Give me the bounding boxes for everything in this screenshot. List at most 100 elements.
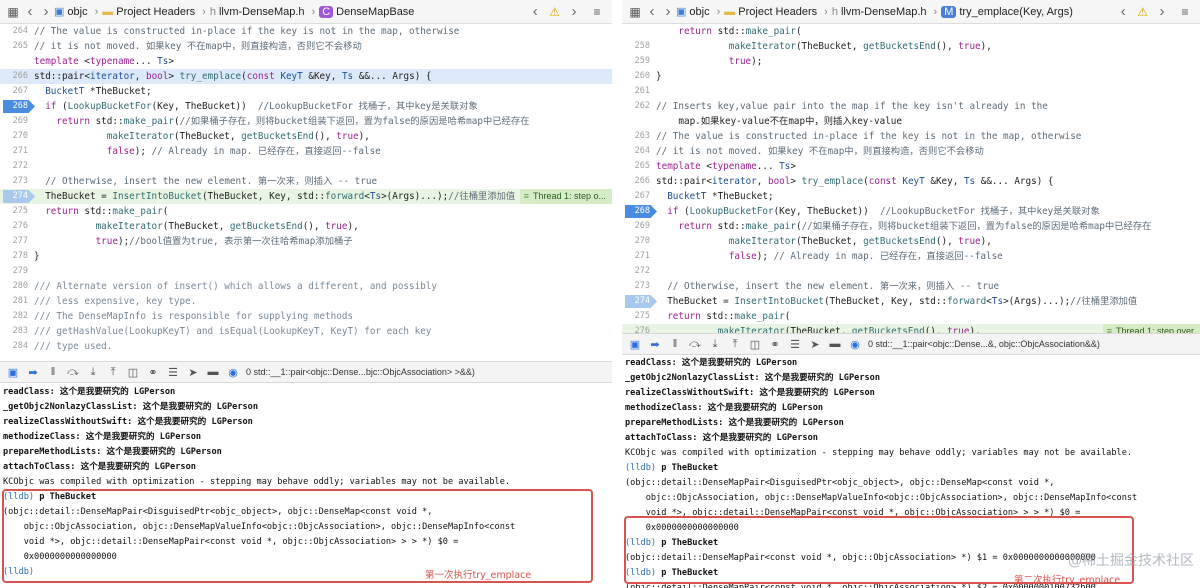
line-number[interactable]: 281	[0, 294, 34, 309]
line-number[interactable]: 265	[0, 39, 34, 54]
code-line[interactable]: 258 makeIterator(TheBucket, getBucketsEn…	[622, 39, 1200, 54]
code-line[interactable]: 267 BucketT *TheBucket;	[0, 84, 612, 99]
code-line[interactable]: 266 std::pair<iterator, bool> try_emplace…	[0, 69, 612, 84]
breadcrumb-symbol[interactable]: C DenseMapBase	[319, 5, 414, 18]
code-line[interactable]: 269 return std::make_pair(//如果桶子存在，则将buc…	[622, 219, 1200, 234]
line-number[interactable]: 279	[0, 264, 34, 279]
view-hierarchy-icon[interactable]: ◫	[126, 366, 140, 379]
line-number[interactable]: 275	[622, 309, 656, 324]
code-line[interactable]: 274 TheBucket = InsertIntoBucket(TheBuck…	[622, 294, 1200, 309]
line-number[interactable]: 269	[0, 114, 34, 129]
back-chevron-icon[interactable]: ‹	[644, 3, 660, 20]
step-over-icon[interactable]: ⤼	[66, 366, 80, 379]
code-line[interactable]: template <typename... Ts>	[0, 54, 612, 69]
breadcrumb-folder[interactable]: ▬ Project Headers	[724, 6, 817, 18]
code-line[interactable]: 277 true);//bool值置为true, 表示第一次往哈希map添加桶子	[0, 234, 612, 249]
code-line[interactable]: 276 makeIterator(TheBucket, getBucketsEn…	[622, 324, 1200, 333]
step-into-icon[interactable]: ⤓	[86, 366, 100, 379]
line-number[interactable]: 272	[622, 264, 656, 279]
line-number[interactable]: 283	[0, 324, 34, 339]
line-number[interactable]: 271	[0, 144, 34, 159]
line-number[interactable]: 273	[0, 174, 34, 189]
line-number[interactable]	[0, 54, 34, 69]
line-number[interactable]: 273	[622, 279, 656, 294]
thread-icon[interactable]: ▬	[206, 366, 220, 378]
pause-icon[interactable]: ‖	[46, 366, 60, 378]
back-chevron-icon[interactable]: ‹	[22, 3, 38, 20]
line-number[interactable]: 276	[622, 324, 656, 333]
line-number[interactable]: 258	[622, 39, 656, 54]
queue-icon[interactable]: ◉	[226, 366, 240, 379]
queue-icon[interactable]: ◉	[848, 338, 862, 351]
stack-frame-selector[interactable]: 0 std::__1::pair<objc::Dense...bjc::Objc…	[246, 367, 475, 377]
code-line[interactable]: 265// it is not moved. 如果key 不在map中，则直接构…	[0, 39, 612, 54]
line-number[interactable]: 277	[0, 234, 34, 249]
breadcrumb-file[interactable]: h llvm-DenseMap.h	[832, 6, 927, 18]
line-number[interactable]: 285	[0, 354, 34, 355]
step-over-icon[interactable]: ⤼	[688, 338, 702, 351]
line-number[interactable]: 268	[0, 99, 34, 114]
location-icon[interactable]: ➤	[186, 366, 200, 379]
code-line[interactable]: 269 return std::make_pair(//如果桶子存在，则将buc…	[0, 114, 612, 129]
breakpoints-toggle-icon[interactable]: ➡	[26, 366, 40, 379]
line-number[interactable]	[622, 114, 656, 129]
variables-toggle-icon[interactable]: ▣	[628, 338, 642, 351]
next-issue-icon[interactable]: ›	[1154, 3, 1170, 20]
location-icon[interactable]: ➤	[808, 338, 822, 351]
line-number[interactable]: 280	[0, 279, 34, 294]
line-number[interactable]: 274	[0, 189, 34, 204]
line-number[interactable]: 274	[622, 294, 656, 309]
line-number[interactable]: 268	[622, 204, 656, 219]
line-number[interactable]: 266	[0, 69, 34, 84]
warning-icon[interactable]: ⚠	[1137, 5, 1148, 19]
code-editor[interactable]: return std::make_pair(258 makeIterator(T…	[622, 24, 1200, 333]
breadcrumb-symbol[interactable]: Mtry_emplace(Key, Args)	[941, 5, 1073, 18]
environment-icon[interactable]: ☰	[166, 366, 180, 379]
breadcrumb-project[interactable]: ▣ objc	[676, 5, 710, 19]
view-hierarchy-icon[interactable]: ◫	[748, 338, 762, 351]
line-number[interactable]: 276	[0, 219, 34, 234]
line-number[interactable]	[622, 24, 656, 39]
code-editor[interactable]: 264// The value is constructed in-place …	[0, 24, 612, 355]
line-number[interactable]: 263	[622, 129, 656, 144]
code-line[interactable]: 272	[0, 159, 612, 174]
code-line[interactable]: 275 return std::make_pair(	[622, 309, 1200, 324]
next-issue-icon[interactable]: ›	[566, 3, 582, 20]
line-number[interactable]: 272	[0, 159, 34, 174]
code-line[interactable]: return std::make_pair(	[622, 24, 1200, 39]
code-line[interactable]: 262// Inserts key,value pair into the ma…	[622, 99, 1200, 114]
grid-icon[interactable]: ▦	[626, 3, 644, 21]
breadcrumb-folder[interactable]: ▬ Project Headers	[102, 6, 195, 18]
memory-graph-icon[interactable]: ⚭	[768, 338, 782, 351]
line-number[interactable]: 270	[0, 129, 34, 144]
code-line[interactable]: 276 makeIterator(TheBucket, getBucketsEn…	[0, 219, 612, 234]
breakpoints-toggle-icon[interactable]: ➡	[648, 338, 662, 351]
code-line[interactable]: 273 // Otherwise, insert the new element…	[0, 174, 612, 189]
code-line[interactable]: 265 template <typename... Ts>	[622, 159, 1200, 174]
line-number[interactable]: 266	[622, 174, 656, 189]
editor-options-icon[interactable]: ≡	[588, 3, 606, 21]
code-line[interactable]: 283/// getHashValue(LookupKeyT) and isEq…	[0, 324, 612, 339]
code-line[interactable]: 273 // Otherwise, insert the new element…	[622, 279, 1200, 294]
line-number[interactable]: 278	[0, 249, 34, 264]
line-number[interactable]: 260	[622, 69, 656, 84]
code-line[interactable]: 281/// less expensive, key type.	[0, 294, 612, 309]
code-line[interactable]: 264// it is not moved. 如果key 不在map中，则直接构…	[622, 144, 1200, 159]
code-line[interactable]: 279	[0, 264, 612, 279]
grid-icon[interactable]: ▦	[4, 3, 22, 21]
step-out-icon[interactable]: ⤒	[728, 338, 742, 351]
line-number[interactable]: 264	[0, 24, 34, 39]
line-number[interactable]: 270	[622, 234, 656, 249]
code-line[interactable]: 261	[622, 84, 1200, 99]
memory-graph-icon[interactable]: ⚭	[146, 366, 160, 379]
breadcrumb-file[interactable]: h llvm-DenseMap.h	[210, 6, 305, 18]
code-line[interactable]: 266 std::pair<iterator, bool> try_emplace…	[622, 174, 1200, 189]
step-out-icon[interactable]: ⤒	[106, 366, 120, 379]
code-line[interactable]: 259 true);	[622, 54, 1200, 69]
code-line[interactable]: 268 if (LookupBucketFor(Key, TheBucket))…	[0, 99, 612, 114]
line-number[interactable]: 264	[622, 144, 656, 159]
code-line[interactable]: 278}	[0, 249, 612, 264]
prev-issue-icon[interactable]: ‹	[1115, 3, 1131, 20]
line-number[interactable]: 275	[0, 204, 34, 219]
line-number[interactable]: 262	[622, 99, 656, 114]
